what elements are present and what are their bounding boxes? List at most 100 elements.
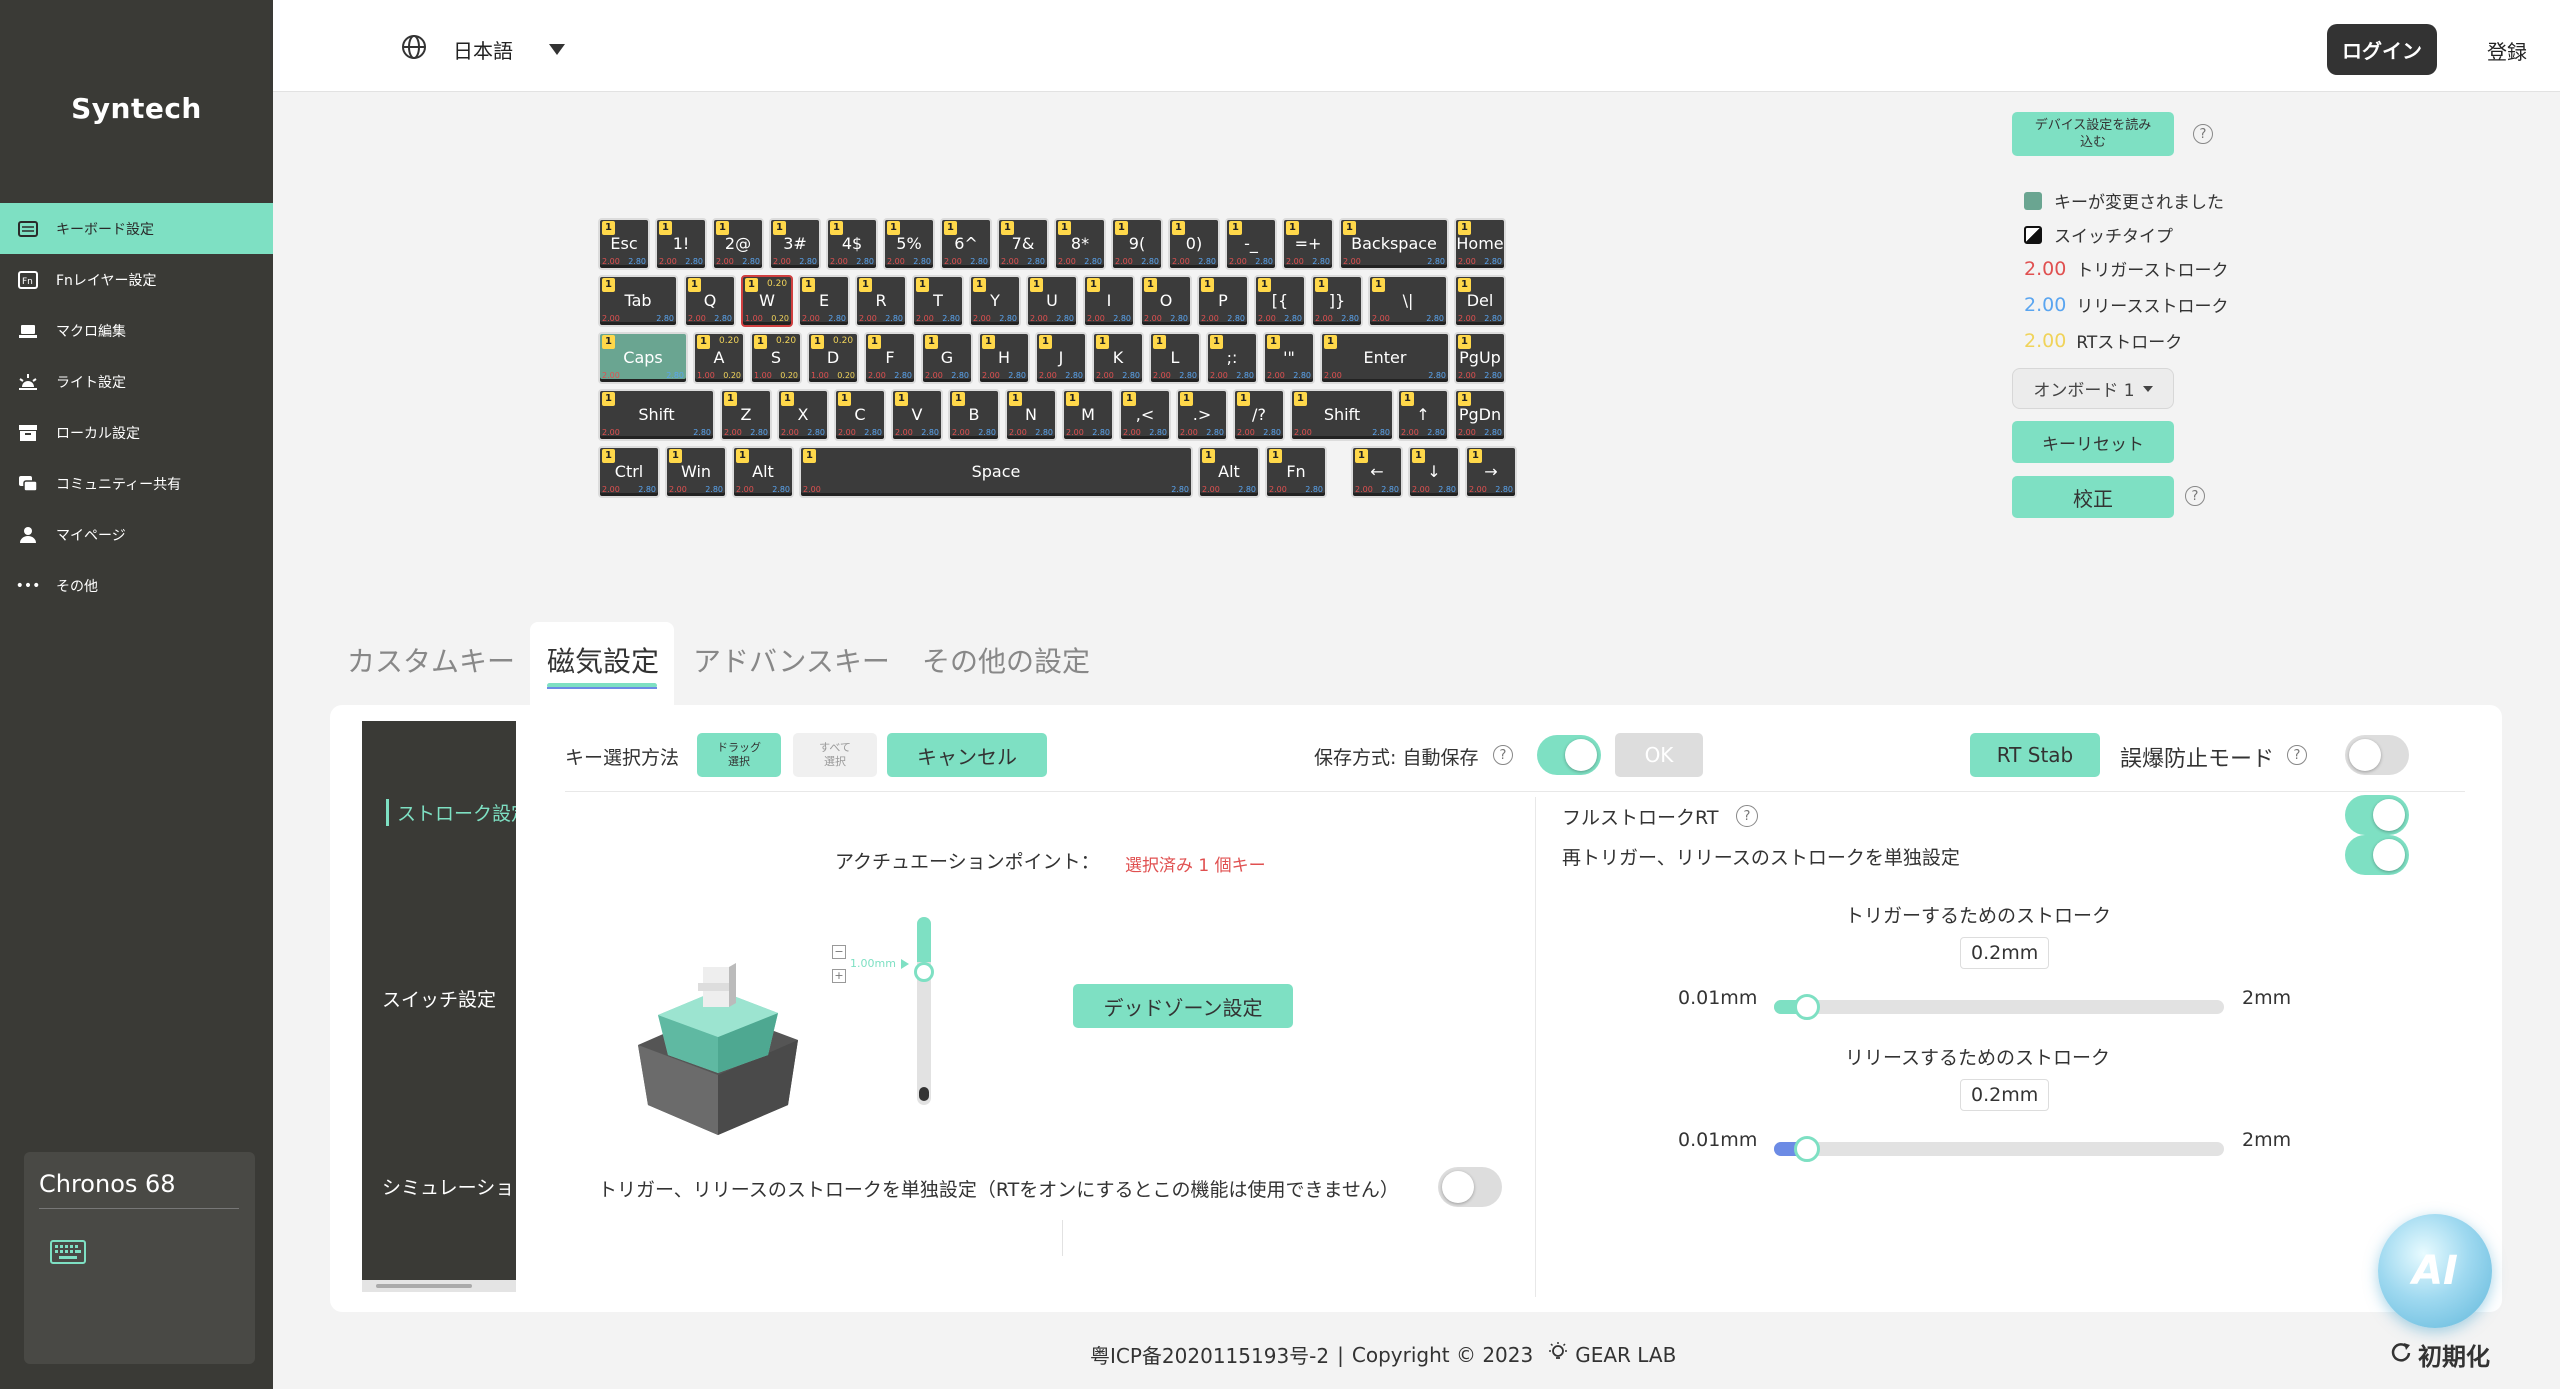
key-2-15[interactable]: 1 Del 2.00 2.80: [1454, 275, 1506, 327]
key-3-7[interactable]: 1 H 2.00 2.80: [978, 332, 1030, 384]
key-2-7[interactable]: 1 Y 2.00 2.80: [969, 275, 1021, 327]
key-1-6[interactable]: 1 5% 2.00 2.80: [883, 218, 935, 270]
key-3-1[interactable]: 1 Caps 2.00 2.80: [598, 332, 688, 384]
key-3-13[interactable]: 1 Enter 2.00 2.80: [1320, 332, 1450, 384]
key-1-2[interactable]: 1 1! 2.00 2.80: [655, 218, 707, 270]
key-1-7[interactable]: 1 6^ 2.00 2.80: [940, 218, 992, 270]
key-2-11[interactable]: 1 P 2.00 2.80: [1197, 275, 1249, 327]
horizontal-scrollbar[interactable]: [362, 1280, 516, 1292]
key-4-10[interactable]: 1 .> 2.00 2.80: [1176, 389, 1228, 441]
key-1-15[interactable]: 1 Home 2.00 2.80: [1454, 218, 1506, 270]
sidebar-item-fn-layer[interactable]: Fn Fnレイヤー設定: [0, 254, 273, 305]
key-1-12[interactable]: 1 -_ 2.00 2.80: [1225, 218, 1277, 270]
key-3-3[interactable]: 1 S 0.20 1.00 0.20: [750, 332, 802, 384]
key-2-9[interactable]: 1 I 2.00 2.80: [1083, 275, 1135, 327]
key-3-14[interactable]: 1 PgUp 2.00 2.80: [1454, 332, 1506, 384]
key-2-3[interactable]: 1 W 0.20 1.00 0.20: [741, 275, 793, 327]
sidebar-item-light[interactable]: ライト設定: [0, 356, 273, 407]
key-3-8[interactable]: 1 J 2.00 2.80: [1035, 332, 1087, 384]
auto-save-toggle[interactable]: [1537, 735, 1601, 775]
rt-stab-button[interactable]: RT Stab: [1970, 733, 2100, 777]
key-2-2[interactable]: 1 Q 2.00 2.80: [684, 275, 736, 327]
key-4-11[interactable]: 1/? 2.00 2.80: [1233, 389, 1285, 441]
help-icon[interactable]: ?: [2185, 486, 2205, 506]
key-5-2[interactable]: 1 Win 2.00 2.80: [665, 446, 727, 498]
release-stroke-slider[interactable]: [1774, 1136, 2224, 1162]
key-1-1[interactable]: 1 Esc 2.00 2.80: [598, 218, 650, 270]
key-3-12[interactable]: 1 '" 2.00 2.80: [1263, 332, 1315, 384]
tab-custom-key[interactable]: カスタムキー: [347, 640, 515, 680]
key-5-7[interactable]: 1 ← 2.00 2.80: [1351, 446, 1403, 498]
cancel-button[interactable]: キャンセル: [887, 733, 1047, 777]
key-5-6[interactable]: 1 Fn 2.00 2.80: [1265, 446, 1327, 498]
sidebar-item-macro[interactable]: マクロ編集: [0, 305, 273, 356]
key-1-5[interactable]: 1 4$ 2.00 2.80: [826, 218, 878, 270]
scrollbar-thumb[interactable]: [376, 1284, 472, 1288]
key-4-12[interactable]: 1 Shift 2.00 2.80: [1290, 389, 1394, 441]
help-icon[interactable]: ?: [1736, 805, 1758, 827]
trigger-stroke-value[interactable]: 0.2mm: [1960, 937, 2050, 969]
key-4-5[interactable]: 1 V 2.00 2.80: [891, 389, 943, 441]
drag-select-button[interactable]: ドラッグ選択: [697, 733, 781, 777]
icp-number[interactable]: 粤ICP备2020115193号-2: [1090, 1340, 1329, 1369]
key-4-13[interactable]: 1 ↑ 2.00 2.80: [1397, 389, 1449, 441]
key-3-5[interactable]: 1 F 2.00 2.80: [864, 332, 916, 384]
key-1-11[interactable]: 1 0) 2.00 2.80: [1168, 218, 1220, 270]
help-icon[interactable]: ?: [2287, 745, 2307, 765]
key-2-12[interactable]: 1[{2.00 2.80: [1254, 275, 1306, 327]
key-1-3[interactable]: 1 2@ 2.00 2.80: [712, 218, 764, 270]
actuation-slider-knob[interactable]: [914, 962, 934, 982]
reset-all-button[interactable]: 初期化: [2390, 1337, 2490, 1372]
sidebar-item-other[interactable]: ••• その他: [0, 560, 273, 611]
tab-magnetic-settings[interactable]: 磁気設定: [547, 640, 659, 680]
key-5-4[interactable]: 1 Space 2.00 2.80: [799, 446, 1193, 498]
tab-advanced-key[interactable]: アドバンスキー: [693, 640, 890, 680]
key-5-3[interactable]: 1 Alt 2.00 2.80: [732, 446, 794, 498]
retrigger-release-toggle[interactable]: [2345, 835, 2409, 875]
sidebar-item-mypage[interactable]: マイページ: [0, 509, 273, 560]
read-device-settings-button[interactable]: デバイス設定を読み込む: [2012, 112, 2174, 156]
actuation-slider-track[interactable]: [914, 917, 934, 1105]
trigger-slider-knob[interactable]: [1794, 994, 1820, 1020]
key-5-1[interactable]: 1 Ctrl 2.00 2.80: [598, 446, 660, 498]
key-1-14[interactable]: 1 Backspace 2.00 2.80: [1339, 218, 1449, 270]
sidebar-item-local[interactable]: ローカル設定: [0, 407, 273, 458]
onboard-profile-select[interactable]: オンボード 1: [2012, 368, 2174, 409]
login-button[interactable]: ログイン: [2327, 24, 2437, 75]
sidebar-item-community[interactable]: コミュニティー共有: [0, 458, 273, 509]
key-4-6[interactable]: 1 B 2.00 2.80: [948, 389, 1000, 441]
device-card[interactable]: Chronos 68: [24, 1152, 255, 1364]
key-5-5[interactable]: 1 Alt 2.00 2.80: [1198, 446, 1260, 498]
separate-stroke-toggle[interactable]: [1438, 1167, 1502, 1207]
key-reset-button[interactable]: キーリセット: [2012, 421, 2174, 463]
key-4-14[interactable]: 1 PgDn 2.00 2.80: [1454, 389, 1506, 441]
key-3-9[interactable]: 1 K 2.00 2.80: [1092, 332, 1144, 384]
key-1-9[interactable]: 1 8* 2.00 2.80: [1054, 218, 1106, 270]
key-3-10[interactable]: 1 L 2.00 2.80: [1149, 332, 1201, 384]
register-link[interactable]: 登録: [2487, 36, 2527, 65]
key-4-4[interactable]: 1 C 2.00 2.80: [834, 389, 886, 441]
key-2-13[interactable]: 1]} 2.00 2.80: [1311, 275, 1363, 327]
anti-misfire-toggle[interactable]: [2345, 735, 2409, 775]
key-4-2[interactable]: 1 Z 2.00 2.80: [720, 389, 772, 441]
help-icon[interactable]: ?: [1493, 745, 1513, 765]
key-2-6[interactable]: 1 T 2.00 2.80: [912, 275, 964, 327]
minus-icon[interactable]: −: [832, 945, 846, 959]
key-2-10[interactable]: 1 O 2.00 2.80: [1140, 275, 1192, 327]
full-stroke-rt-toggle[interactable]: [2345, 795, 2409, 835]
select-all-button[interactable]: すべて選択: [793, 733, 877, 777]
plus-icon[interactable]: +: [832, 969, 846, 983]
key-4-1[interactable]: 1 Shift 2.00 2.80: [598, 389, 715, 441]
subnav-stroke-settings[interactable]: ストローク設定: [386, 799, 516, 826]
key-2-1[interactable]: 1 Tab 2.00 2.80: [598, 275, 678, 327]
key-1-8[interactable]: 1 7& 2.00 2.80: [997, 218, 1049, 270]
sidebar-item-keyboard[interactable]: キーボード設定: [0, 203, 273, 254]
key-2-4[interactable]: 1 E 2.00 2.80: [798, 275, 850, 327]
ok-button[interactable]: OK: [1615, 733, 1703, 777]
key-3-2[interactable]: 1 A 0.20 1.00 0.20: [693, 332, 745, 384]
language-selector[interactable]: 日本語: [401, 34, 565, 65]
subnav-switch-settings[interactable]: スイッチ設定: [382, 985, 496, 1012]
ai-assistant-button[interactable]: AI: [2378, 1214, 2492, 1328]
key-1-4[interactable]: 1 3# 2.00 2.80: [769, 218, 821, 270]
trigger-stroke-slider[interactable]: [1774, 994, 2224, 1020]
